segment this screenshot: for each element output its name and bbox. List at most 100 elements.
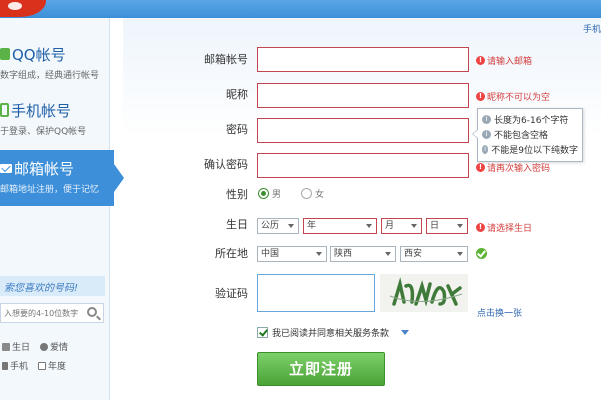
- agree-text[interactable]: 我已阅读并同意相关服务条款: [272, 326, 389, 339]
- country-select[interactable]: 中国: [257, 246, 327, 262]
- number-tags-row: 手机 年度: [2, 359, 66, 372]
- nav-title-row: QQ帐号: [0, 44, 66, 64]
- radio-female[interactable]: [301, 188, 312, 199]
- agreement-row: 我已阅读并同意相关服务条款: [257, 326, 410, 339]
- tag-label: 生日: [12, 343, 31, 353]
- chevron-down-icon: [457, 224, 463, 228]
- select-value: 年: [307, 221, 317, 231]
- sidebar-item-mobile-account[interactable]: 手机帐号 于登录、保护QQ帐号: [0, 92, 110, 148]
- captcha-label: 验证码: [215, 287, 248, 300]
- radio-male[interactable]: [258, 188, 269, 199]
- chevron-down-icon: [366, 224, 372, 228]
- captcha-glyphs: [380, 274, 468, 312]
- number-search-box: [0, 303, 104, 323]
- select-value: 月: [385, 221, 395, 231]
- error-icon: !: [476, 223, 485, 232]
- tag-label: 爱情: [50, 343, 69, 353]
- heart-icon: [40, 342, 49, 351]
- qq-mascot-logo: [0, 0, 46, 17]
- chevron-down-icon: [385, 252, 391, 256]
- number-search-banner: 索您喜欢的号码!: [0, 276, 105, 296]
- tip-text: 不能是9位以下纯数字: [491, 146, 578, 156]
- number-search-input[interactable]: [1, 304, 83, 322]
- email-error: ! 请输入邮箱: [476, 54, 532, 67]
- radio-label: 女: [315, 190, 325, 200]
- tip-row: i 长度为6-16个字符: [482, 112, 578, 127]
- nav-title-row: 手机帐号: [0, 100, 71, 120]
- sidebar-item-label: QQ帐号: [12, 45, 66, 64]
- gender-female-option[interactable]: 女: [301, 187, 324, 200]
- qq-account-icon: [0, 48, 10, 60]
- error-text: 请再次输入密码: [487, 164, 551, 174]
- captcha-image[interactable]: [380, 274, 468, 312]
- tag-birthday[interactable]: 生日: [2, 340, 30, 353]
- sidebar-item-qq-account[interactable]: QQ帐号 数字组成，经典通行帐号: [0, 36, 110, 92]
- birthday-icon: [2, 342, 10, 351]
- captcha-refresh-link[interactable]: 点击换一张: [477, 306, 522, 319]
- nickname-label: 昵称: [226, 88, 248, 101]
- confirm-password-label: 确认密码: [204, 158, 248, 171]
- select-value: 公历: [261, 221, 280, 231]
- select-value: 中国: [261, 249, 280, 259]
- chevron-down-icon: [288, 224, 294, 228]
- radio-label: 男: [272, 190, 282, 200]
- sidebar-item-desc: 于登录、保护QQ帐号: [0, 127, 87, 137]
- error-icon: !: [476, 163, 485, 172]
- password-tooltip: i 长度为6-16个字符 i 不能包含空格 i 不能是9位以下纯数字: [472, 108, 583, 162]
- tip-text: 长度为6-16个字符: [494, 116, 569, 126]
- select-value: 日: [430, 221, 440, 231]
- password-field[interactable]: [257, 118, 469, 143]
- tip-row: i 不能包含空格: [482, 127, 578, 142]
- error-icon: !: [476, 56, 485, 65]
- mobile-version-link[interactable]: 手机: [583, 22, 601, 35]
- sidebar-item-label: 手机帐号: [11, 101, 72, 120]
- nickname-field[interactable]: [257, 83, 469, 108]
- location-label: 所在地: [215, 247, 248, 260]
- agree-checkbox[interactable]: [257, 327, 268, 338]
- check-icon: [476, 248, 487, 259]
- number-tags-row: 生日 爱情: [2, 340, 68, 353]
- chevron-down-icon: [411, 224, 417, 228]
- confirm-password-error: ! 请再次输入密码: [476, 161, 550, 174]
- phone-icon: [0, 103, 9, 117]
- calendar-icon: [38, 361, 47, 370]
- birthday-label: 生日: [226, 218, 248, 231]
- info-icon: i: [482, 145, 489, 154]
- sidebar-item-label: 邮箱帐号: [14, 159, 75, 178]
- birth-day-select[interactable]: 日: [426, 218, 468, 234]
- gender-male-option[interactable]: 男: [258, 187, 281, 200]
- birth-year-select[interactable]: 年: [303, 218, 377, 234]
- chevron-down-icon: [316, 252, 322, 256]
- search-icon[interactable]: [87, 307, 97, 317]
- chevron-down-icon[interactable]: [401, 330, 410, 335]
- sidebar-item-desc: 数字组成，经典通行帐号: [0, 71, 100, 81]
- email-label: 邮箱帐号: [204, 53, 248, 66]
- error-icon: !: [476, 92, 485, 101]
- error-text: 请输入邮箱: [487, 57, 533, 67]
- nickname-error: ! 昵称不可以为空: [476, 90, 550, 103]
- info-icon: i: [482, 130, 491, 139]
- confirm-password-field[interactable]: [257, 153, 469, 178]
- birthday-error: ! 请选择生日: [476, 221, 532, 234]
- calendar-type-select[interactable]: 公历: [257, 218, 299, 234]
- tag-label: 手机: [10, 362, 29, 372]
- top-banner: [0, 0, 601, 18]
- city-select[interactable]: 西安: [400, 246, 468, 262]
- tag-year[interactable]: 年度: [38, 359, 66, 372]
- tag-label: 年度: [48, 362, 67, 372]
- sidebar-item-email-account[interactable]: 邮箱帐号 邮箱地址注册，便于记忆: [0, 150, 124, 206]
- captcha-field[interactable]: [257, 274, 375, 312]
- mail-icon: [0, 163, 12, 173]
- tag-mobile[interactable]: 手机: [2, 359, 28, 372]
- birth-month-select[interactable]: 月: [381, 218, 422, 234]
- form-background: [123, 18, 601, 400]
- tag-love[interactable]: 爱情: [40, 340, 68, 353]
- error-text: 昵称不可以为空: [487, 93, 551, 103]
- nav-title-row: 邮箱帐号: [0, 158, 74, 178]
- register-button[interactable]: 立即注册: [257, 352, 385, 386]
- gender-label: 性别: [226, 188, 248, 201]
- password-label: 密码: [226, 123, 248, 136]
- error-text: 请选择生日: [487, 224, 533, 234]
- email-field[interactable]: [257, 47, 469, 72]
- province-select[interactable]: 陕西: [330, 246, 396, 262]
